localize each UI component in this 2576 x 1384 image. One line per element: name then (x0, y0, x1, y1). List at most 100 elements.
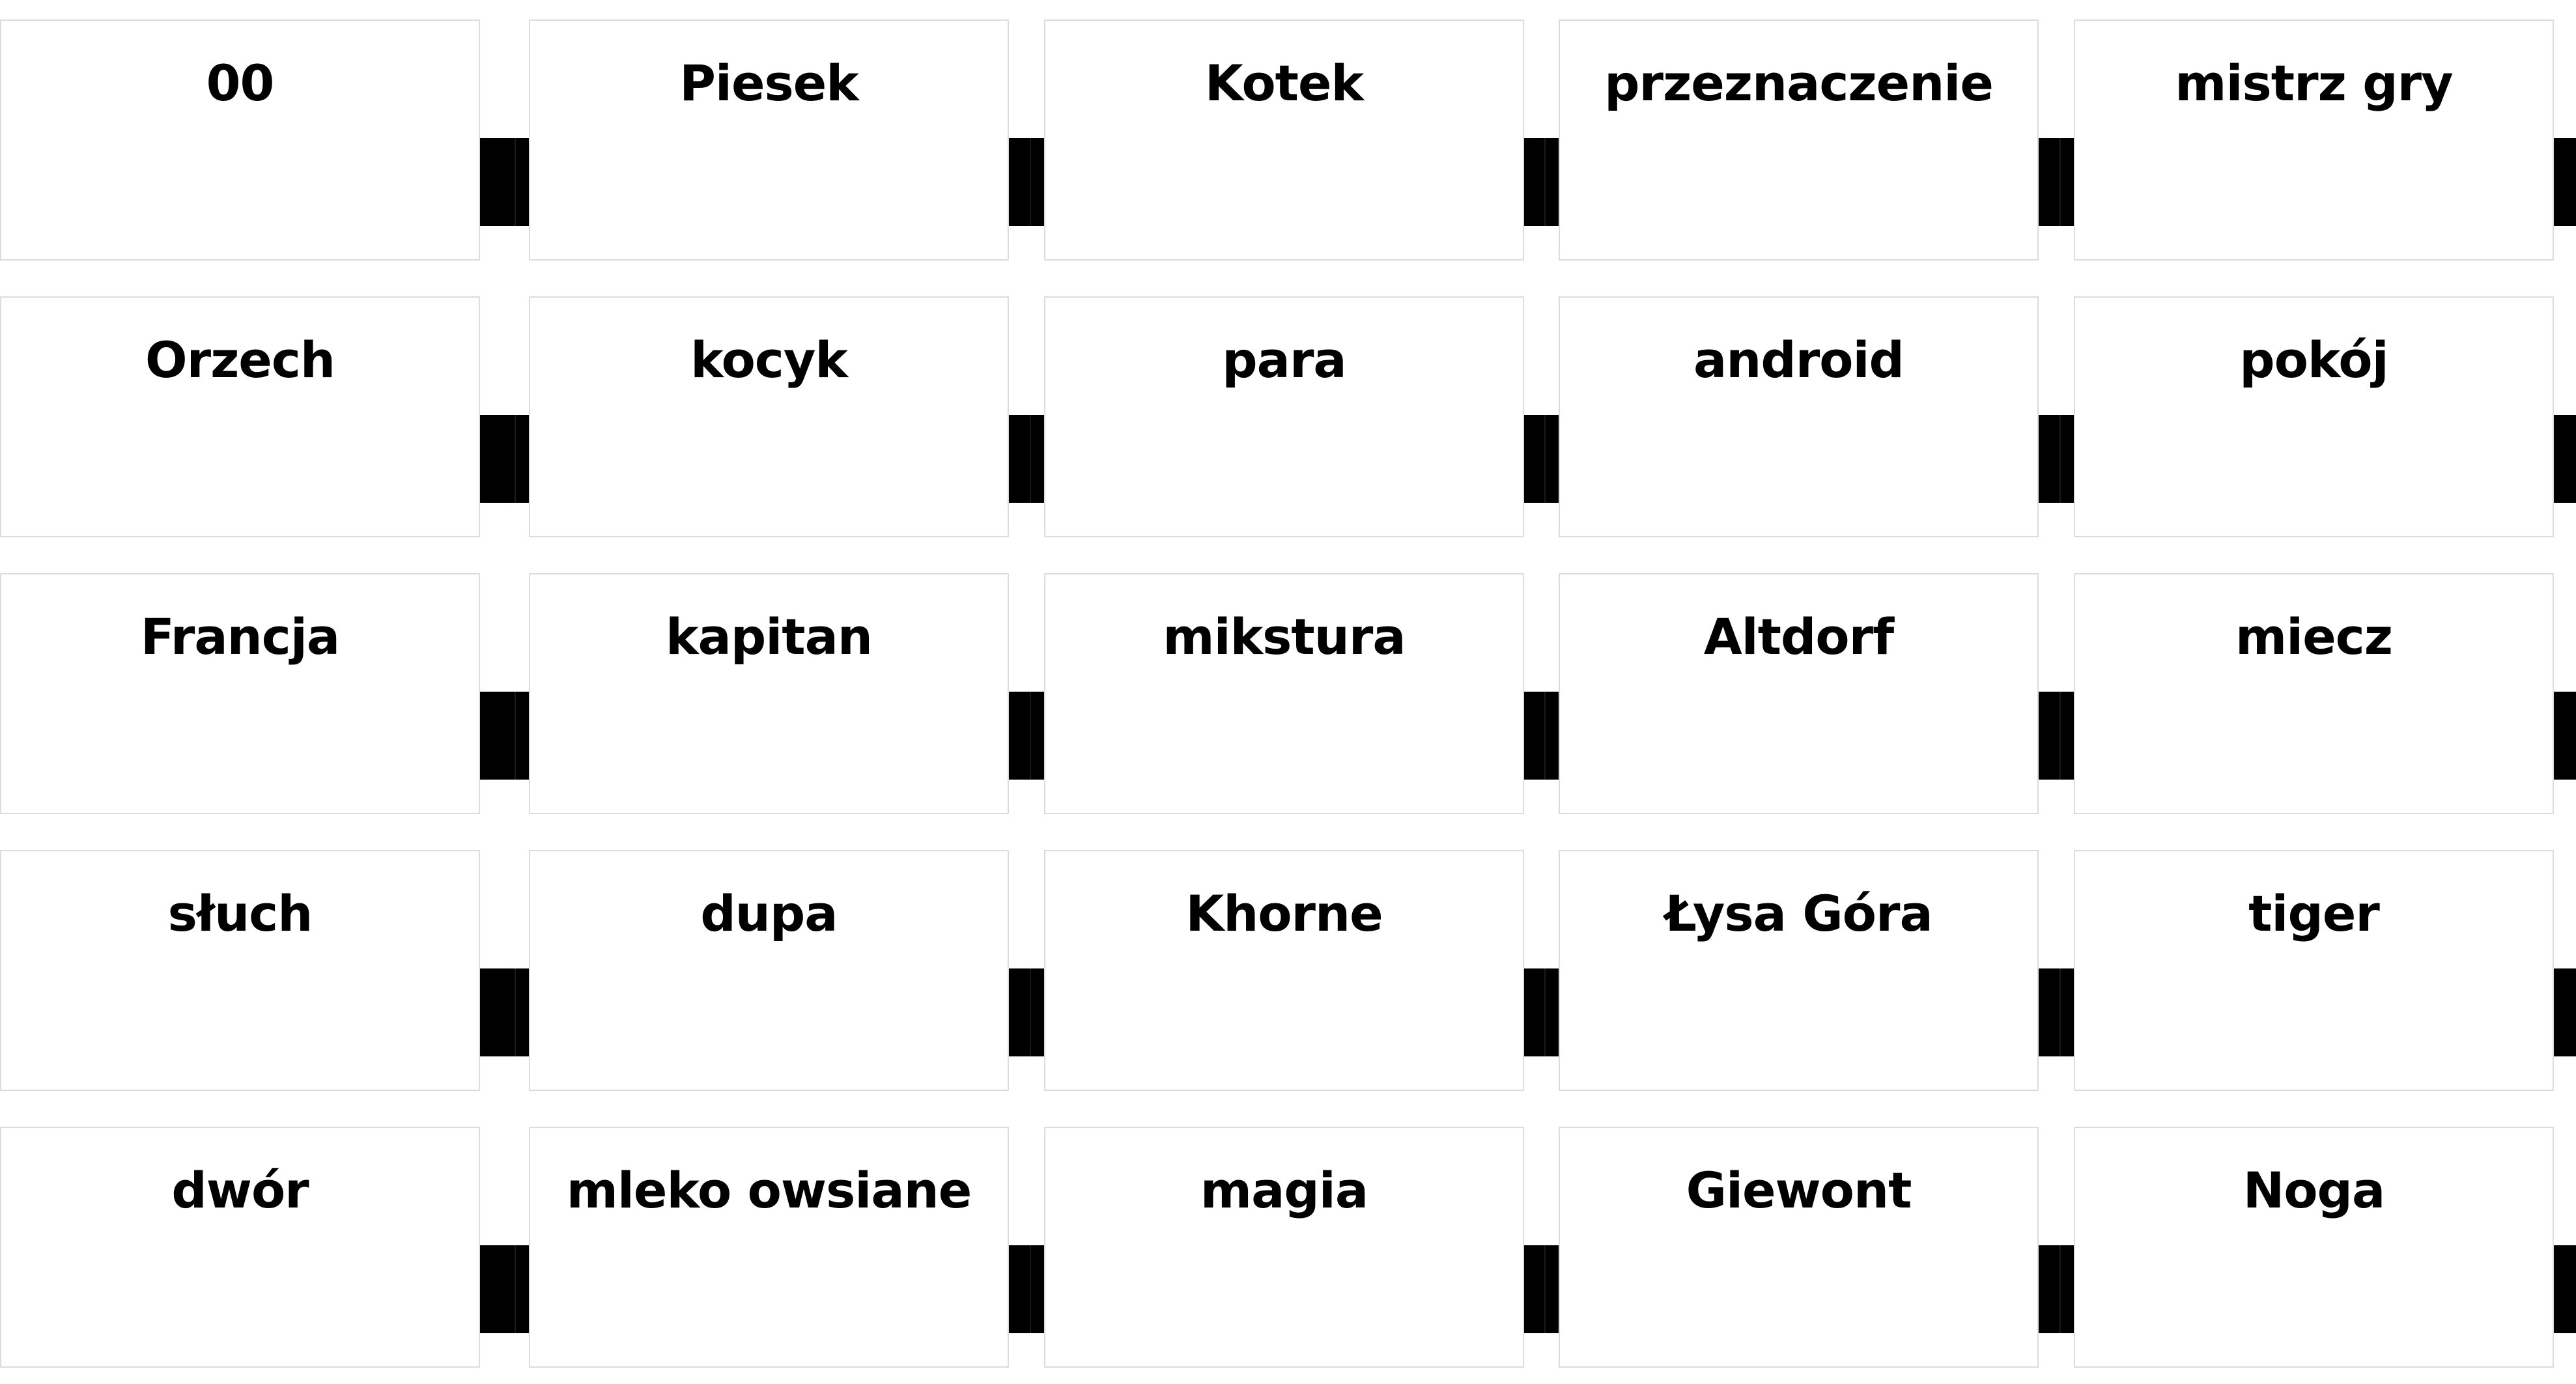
word-card: mistrz gry mistrz gry (2074, 20, 2554, 261)
card-word-upside-down: Altdorf (1703, 709, 1894, 767)
word-card: Łysa Góra Łysa Góra (1559, 850, 2039, 1091)
band-divider (2059, 415, 2061, 503)
card-word-upside-down: Orzech (145, 432, 335, 490)
card-row-4: dupa dupa Khorne Khorne Łysa Góra Łysa G… (0, 850, 2576, 1093)
word-card: mleko owsiane mleko owsiane (529, 1127, 1009, 1368)
band-divider (2059, 138, 2061, 226)
word-card: Altdorf Altdorf (1559, 573, 2039, 814)
word-card: przeznaczenie przeznaczenie (1559, 20, 2039, 261)
word-card: miecz miecz (2074, 573, 2554, 814)
card-word-upside-down: miecz (2235, 709, 2393, 767)
card-word-upside-down: dupa (700, 985, 838, 1043)
card-word-upside-down: Francja (140, 709, 340, 767)
card-word: przeznaczenie (1604, 54, 1994, 112)
card-word: miecz (2235, 608, 2393, 666)
word-card: kapitan kapitan (529, 573, 1009, 814)
card-word-upside-down: magia (1200, 1262, 1368, 1320)
card-word: mikstura (1163, 608, 1406, 666)
card-word-upside-down: mikstura (1163, 709, 1406, 767)
card-word-upside-down: słuch (167, 985, 313, 1043)
card-word-upside-down: Piesek (679, 155, 858, 213)
word-card: dupa dupa (529, 850, 1009, 1091)
word-card: Khorne Khorne (1044, 850, 1524, 1091)
card-word: kocyk (690, 331, 848, 389)
band-divider (515, 968, 516, 1056)
card-word-upside-down: mistrz gry (2175, 155, 2453, 213)
band-divider (2059, 692, 2061, 780)
card-word-upside-down: kapitan (666, 709, 873, 767)
card-word-upside-down: Khorne (1185, 985, 1383, 1043)
card-word-upside-down: tiger (2248, 985, 2379, 1043)
card-word: para (1222, 331, 1346, 389)
band-divider (1544, 415, 1546, 503)
card-word-upside-down: Giewont (1686, 1262, 1912, 1320)
word-card-grid: Piesek Piesek Kotek Kotek przeznaczenie … (0, 0, 2576, 1384)
word-card: 00 00 (0, 20, 480, 261)
band-divider (515, 1245, 516, 1333)
word-card: dwór dwór (0, 1127, 480, 1368)
card-word: Łysa Góra (1665, 884, 1933, 942)
word-card: mikstura mikstura (1044, 573, 1524, 814)
word-card: słuch słuch (0, 850, 480, 1091)
card-word-upside-down: Łysa Góra (1665, 985, 1932, 1043)
band-divider (2059, 968, 2061, 1056)
word-card: android android (1559, 296, 2039, 537)
card-word: magia (1200, 1161, 1368, 1219)
card-row-2: kocyk kocyk para para android android po… (0, 296, 2576, 539)
band-divider (1544, 1245, 1546, 1333)
band-divider (1544, 138, 1546, 226)
card-word-upside-down: android (1693, 432, 1904, 490)
card-word-upside-down: mleko owsiane (566, 1262, 972, 1320)
card-word: 00 (206, 54, 275, 112)
word-card: magia magia (1044, 1127, 1524, 1368)
band-divider (1030, 692, 1031, 780)
band-divider (1544, 968, 1546, 1056)
word-card: Giewont Giewont (1559, 1127, 2039, 1368)
card-word: Kotek (1204, 54, 1364, 112)
card-word: tiger (2248, 884, 2380, 942)
word-card: para para (1044, 296, 1524, 537)
word-card: Noga Noga (2074, 1127, 2554, 1368)
card-word: Orzech (145, 331, 335, 389)
band-divider (515, 138, 516, 226)
word-card: Francja Francja (0, 573, 480, 814)
card-row-5: mleko owsiane mleko owsiane magia magia … (0, 1127, 2576, 1370)
card-word: android (1693, 331, 1904, 389)
card-word: Khorne (1185, 884, 1383, 942)
card-word: mistrz gry (2175, 54, 2453, 112)
card-word: Altdorf (1703, 608, 1894, 666)
band-divider (1030, 415, 1031, 503)
card-row-1: Piesek Piesek Kotek Kotek przeznaczenie … (0, 20, 2576, 262)
band-divider (515, 415, 516, 503)
band-divider (1030, 1245, 1031, 1333)
card-word: dwór (171, 1161, 309, 1219)
card-word-upside-down: 00 (206, 155, 274, 213)
card-word: Noga (2243, 1161, 2386, 1219)
card-word-upside-down: Noga (2243, 1262, 2385, 1320)
card-word: kapitan (665, 608, 873, 666)
card-word: pokój (2239, 331, 2388, 389)
card-row-3: kapitan kapitan mikstura mikstura Altdor… (0, 573, 2576, 816)
card-word: Francja (140, 608, 340, 666)
card-word: mleko owsiane (566, 1161, 972, 1219)
band-divider (1030, 138, 1031, 226)
card-word: Piesek (679, 54, 859, 112)
card-word: słuch (167, 884, 313, 942)
word-card: kocyk kocyk (529, 296, 1009, 537)
band-divider (1030, 968, 1031, 1056)
band-divider (515, 692, 516, 780)
word-card: Piesek Piesek (529, 20, 1009, 261)
word-card: Kotek Kotek (1044, 20, 1524, 261)
card-word-upside-down: dwór (171, 1262, 309, 1320)
band-divider (2059, 1245, 2061, 1333)
card-word-upside-down: pokój (2239, 432, 2388, 490)
card-word-upside-down: przeznaczenie (1604, 155, 1993, 213)
card-word-upside-down: Kotek (1204, 155, 1364, 213)
card-word: Giewont (1686, 1161, 1912, 1219)
word-card: pokój pokój (2074, 296, 2554, 537)
card-word-upside-down: para (1222, 432, 1346, 490)
word-card: tiger tiger (2074, 850, 2554, 1091)
card-word: dupa (700, 884, 838, 942)
word-card: Orzech Orzech (0, 296, 480, 537)
card-word-upside-down: kocyk (690, 432, 847, 490)
